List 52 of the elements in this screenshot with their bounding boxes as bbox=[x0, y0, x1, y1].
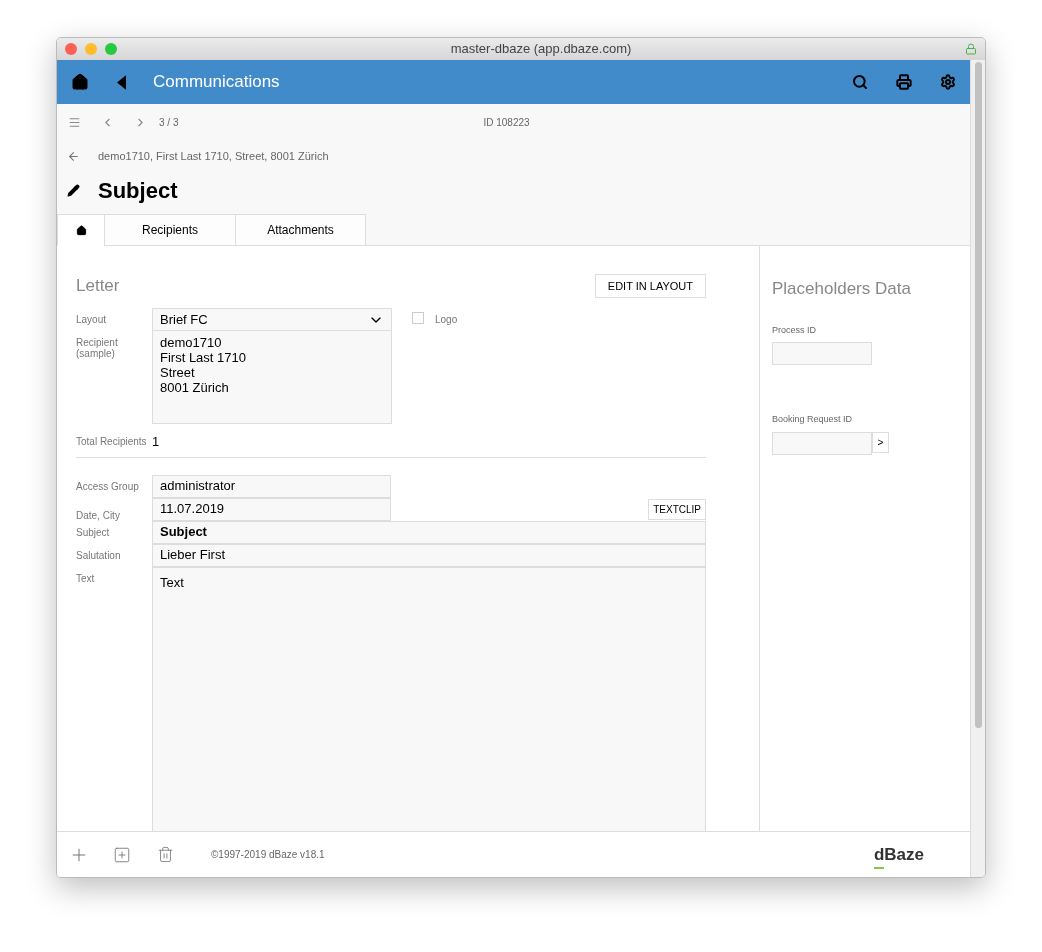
dbaze-logo: dBaze bbox=[873, 841, 924, 868]
input-field[interactable]: administrator bbox=[152, 474, 391, 498]
input-field[interactable] bbox=[772, 342, 872, 365]
input-field[interactable] bbox=[772, 431, 872, 455]
recipient-textarea[interactable]: demo1710 First Last 1710 Street 8001 Zürich bbox=[152, 331, 392, 424]
pencil-icon bbox=[67, 183, 80, 197]
section-title: Letter bbox=[76, 275, 120, 298]
breadcrumb: demo1710, First Last 1710, Street, 8001 Zürich bbox=[98, 148, 329, 164]
settings-icon[interactable] bbox=[940, 74, 956, 90]
input-field[interactable]: Subject bbox=[152, 520, 706, 544]
tab[interactable]: Attachments bbox=[235, 214, 366, 246]
logo-label: Logo bbox=[435, 313, 458, 327]
edit-in-layout-button[interactable]: EDIT IN LAYOUT bbox=[594, 274, 706, 298]
textclip-button[interactable]: TEXTCLIP bbox=[648, 498, 706, 520]
input-field[interactable]: 11.07.2019 bbox=[152, 497, 391, 521]
trash-icon[interactable] bbox=[157, 846, 174, 863]
home-tab[interactable] bbox=[57, 214, 105, 246]
total-recipients-value: 1 bbox=[152, 433, 160, 451]
zoom-button[interactable] bbox=[105, 43, 117, 55]
logo-checkbox[interactable] bbox=[412, 312, 424, 324]
field-label: Process ID bbox=[772, 323, 817, 337]
duplicate-icon[interactable] bbox=[113, 845, 131, 864]
menu-icon[interactable] bbox=[68, 116, 81, 129]
record-position: 3 / 3 bbox=[159, 116, 179, 130]
field-label: Recipient (sample) bbox=[76, 336, 119, 361]
field-label: Text bbox=[76, 571, 96, 586]
window-title: master-dbaze (app.dbaze.com) bbox=[449, 40, 633, 59]
record-id: ID 108223 bbox=[483, 116, 530, 130]
layout-dropdown[interactable]: Brief FC bbox=[152, 308, 392, 331]
close-button[interactable] bbox=[65, 43, 77, 55]
field-label: Layout bbox=[76, 313, 108, 327]
back-arrow-icon[interactable] bbox=[67, 149, 80, 163]
printer-icon[interactable] bbox=[896, 74, 912, 90]
field-label: Total Recipients bbox=[76, 435, 148, 449]
lock-icon bbox=[965, 43, 977, 55]
field-label: Subject bbox=[76, 525, 111, 540]
search-icon[interactable] bbox=[852, 74, 868, 90]
field-label: Date, City bbox=[76, 508, 121, 521]
field-label: Access Group bbox=[76, 479, 140, 494]
section-title: Placeholders Data bbox=[772, 278, 912, 300]
home-icon bbox=[75, 224, 87, 236]
back-triangle-icon[interactable] bbox=[117, 74, 126, 90]
field-label: Salutation bbox=[76, 548, 122, 563]
copyright-text: ©1997-2019 dBaze v18.1 bbox=[211, 848, 325, 862]
header-title: Communications bbox=[153, 71, 280, 94]
tab[interactable]: Recipients bbox=[104, 214, 236, 246]
page-title: Subject bbox=[98, 176, 178, 205]
home-icon[interactable] bbox=[71, 73, 89, 91]
field-label: Booking Request ID bbox=[772, 413, 854, 426]
input-field[interactable]: Lieber First bbox=[152, 543, 706, 567]
text-area[interactable]: Text bbox=[152, 566, 706, 831]
lookup-button[interactable]: > bbox=[872, 431, 889, 453]
